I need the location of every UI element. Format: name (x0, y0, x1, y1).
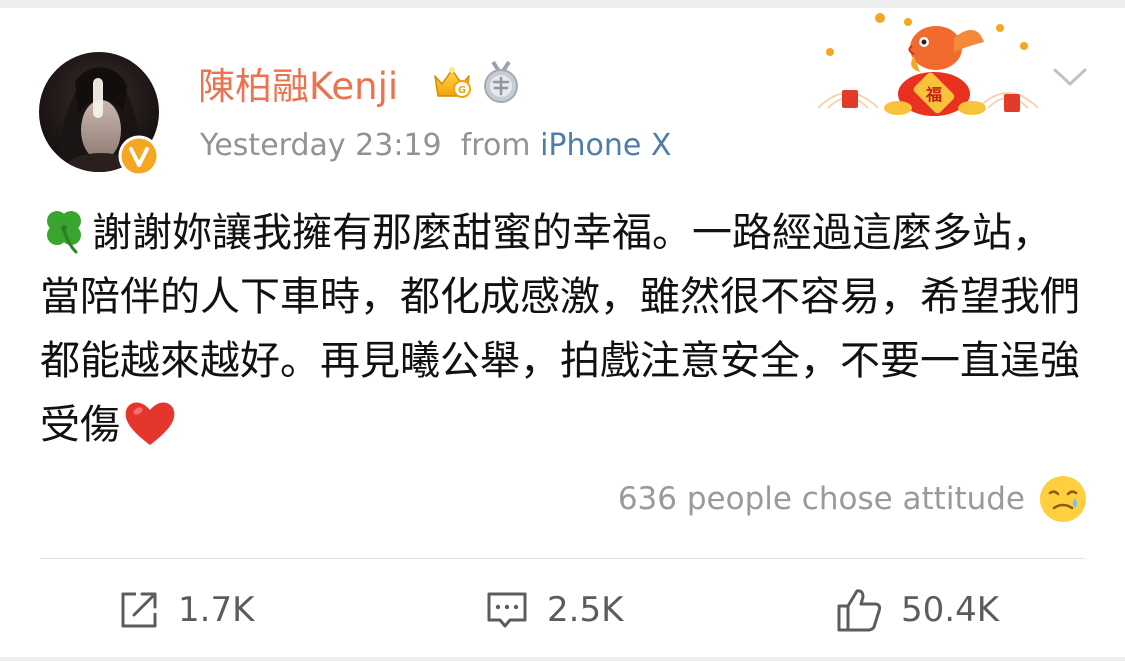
like-button[interactable]: 50.4K (835, 580, 999, 640)
post-time: Yesterday 23:19 (200, 128, 442, 163)
verified-badge-icon (118, 135, 160, 177)
post-body: 謝謝妳讓我擁有那麼甜蜜的幸福。一路經過這麼多站，當陪伴的人下車時，都化成感激，雖… (40, 201, 1085, 457)
bottom-separator (0, 657, 1125, 661)
post-source[interactable]: iPhone X (540, 128, 671, 163)
four-leaf-clover-icon (47, 211, 81, 254)
red-heart-icon (125, 402, 175, 445)
divider (40, 558, 1085, 559)
repost-icon (121, 592, 157, 628)
source-prefix: from (460, 128, 531, 163)
like-count: 50.4K (901, 590, 999, 630)
repost-count: 1.7K (178, 590, 255, 630)
author-name[interactable]: 陳柏融Kenji (198, 60, 398, 114)
author-avatar[interactable] (39, 52, 160, 177)
repost-button[interactable]: 1.7K (118, 580, 254, 640)
svg-text:福: 福 (925, 85, 942, 104)
post-text: 謝謝妳讓我擁有那麼甜蜜的幸福。一路經過這麼多站，當陪伴的人下車時，都化成感激，雖… (40, 210, 1080, 448)
top-separator (0, 0, 1125, 8)
chevron-down-icon[interactable] (1052, 62, 1088, 92)
comment-button[interactable]: 2.5K (485, 580, 623, 640)
attitude-summary[interactable]: 636 people chose attitude (618, 476, 1025, 522)
tearful-face-icon[interactable] (1038, 474, 1088, 524)
post-meta: Yesterday 23:19 from iPhone X (200, 124, 671, 168)
silver-medal-icon[interactable] (480, 60, 522, 104)
comment-icon (487, 592, 527, 628)
koi-fish-banner-icon: 福 (817, 13, 1039, 116)
vip-crown-icon[interactable]: G (431, 62, 473, 104)
svg-text:G: G (458, 85, 466, 96)
thumbs-up-icon (837, 589, 882, 632)
comment-count: 2.5K (547, 590, 624, 630)
